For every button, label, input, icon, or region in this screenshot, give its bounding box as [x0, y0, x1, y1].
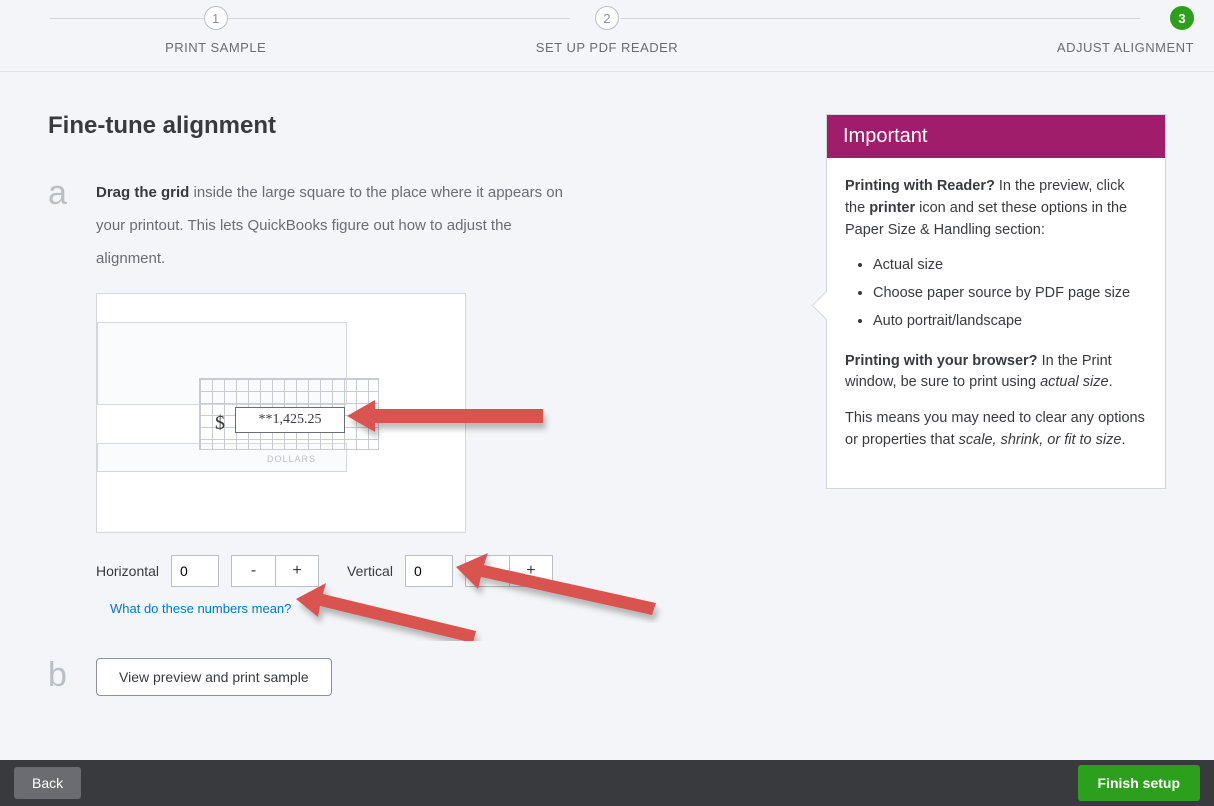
step-number: 2	[595, 6, 619, 30]
back-button[interactable]: Back	[14, 767, 81, 799]
finish-setup-button[interactable]: Finish setup	[1078, 765, 1200, 801]
view-preview-button[interactable]: View preview and print sample	[96, 658, 332, 696]
step-line	[620, 18, 1140, 19]
annotation-arrow-icon	[347, 394, 567, 444]
callout-title: Important	[827, 115, 1165, 158]
step-label: SET UP PDF READER	[411, 40, 802, 55]
vertical-plus-button[interactable]: +	[509, 555, 553, 587]
callout-bullet: Auto portrait/landscape	[873, 311, 1147, 333]
step-setup-pdf-reader[interactable]: 2 SET UP PDF READER	[411, 6, 802, 55]
step-label: ADJUST ALIGNMENT	[803, 40, 1194, 55]
step-adjust-alignment[interactable]: 3 ADJUST ALIGNMENT	[803, 6, 1194, 55]
stepper: 1 PRINT SAMPLE 2 SET UP PDF READER 3 ADJ…	[0, 0, 1214, 72]
step-print-sample[interactable]: 1 PRINT SAMPLE	[20, 6, 411, 55]
vertical-stepper: - +	[465, 555, 553, 587]
instruction-bold: Drag the grid	[96, 184, 189, 201]
dollar-sign: $	[215, 412, 225, 435]
page-title: Fine-tune alignment	[48, 112, 786, 140]
dollars-label: DOLLARS	[267, 454, 316, 464]
important-callout: Important Printing with Reader? In the p…	[826, 114, 1166, 489]
horizontal-input[interactable]	[171, 555, 219, 587]
step-line	[50, 18, 570, 19]
footer: Back Finish setup	[0, 760, 1214, 806]
instruction-text: Drag the grid inside the large square to…	[96, 176, 566, 275]
callout-bullet: Choose paper source by PDF page size	[873, 283, 1147, 305]
section-letter-a: a	[48, 176, 74, 618]
section-a: a Drag the grid inside the large square …	[48, 176, 786, 618]
horizontal-stepper: - +	[231, 555, 319, 587]
alignment-inputs: Horizontal - + Vertical - +	[96, 555, 786, 587]
callout-bullet: Actual size	[873, 255, 1147, 277]
alignment-preview[interactable]: DOLLARS $ **1,425.25	[96, 293, 466, 533]
step-label: PRINT SAMPLE	[20, 40, 411, 55]
callout-bullets: Actual size Choose paper source by PDF p…	[873, 255, 1147, 332]
annotation-arrow-icon	[296, 581, 496, 641]
section-b: b View preview and print sample	[48, 658, 786, 696]
amount-box: **1,425.25	[235, 407, 345, 433]
section-letter-b: b	[48, 658, 74, 696]
horizontal-minus-button[interactable]: -	[231, 555, 275, 587]
step-number: 3	[1170, 6, 1194, 30]
horizontal-label: Horizontal	[96, 563, 159, 579]
vertical-label: Vertical	[347, 563, 393, 579]
help-link[interactable]: What do these numbers mean?	[110, 601, 291, 616]
vertical-minus-button[interactable]: -	[465, 555, 509, 587]
callout-body: Printing with Reader? In the preview, cl…	[827, 158, 1165, 488]
callout-p1-strong: Printing with Reader?	[845, 178, 995, 194]
vertical-input[interactable]	[405, 555, 453, 587]
callout-p2-strong: Printing with your browser?	[845, 353, 1038, 369]
horizontal-plus-button[interactable]: +	[275, 555, 319, 587]
step-number: 1	[204, 6, 228, 30]
